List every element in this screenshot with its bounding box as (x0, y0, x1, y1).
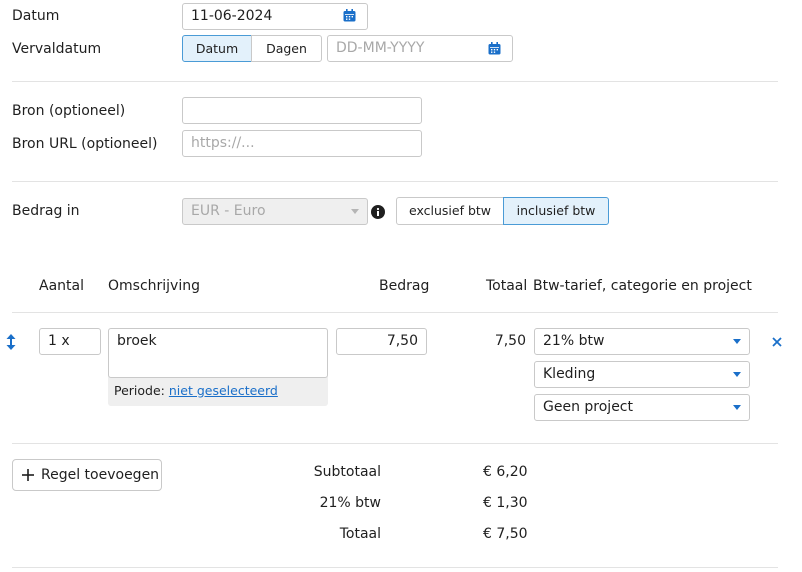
due-mode-date-button[interactable]: Datum (182, 35, 252, 62)
chevron-down-icon (733, 405, 741, 410)
project-select[interactable]: Geen project (534, 394, 750, 421)
source-label: Bron (optioneel) (12, 103, 126, 119)
vat-rate-select[interactable]: 21% btw (534, 328, 750, 355)
remove-row-icon[interactable] (772, 337, 782, 347)
total-label: Totaal (339, 526, 381, 542)
subtotal-label: Subtotaal (313, 464, 381, 480)
chevron-down-icon (351, 209, 359, 214)
chevron-down-icon (733, 372, 741, 377)
currency-select: EUR - Euro (182, 198, 368, 225)
subtotal-value: € 6,20 (483, 464, 528, 480)
divider (12, 312, 778, 313)
divider (12, 181, 778, 182)
due-date-label: Vervaldatum (12, 41, 102, 57)
amount-input[interactable]: 7,50 (336, 328, 427, 355)
source-input[interactable] (182, 97, 422, 124)
description-textarea[interactable]: broek (108, 328, 328, 378)
date-input[interactable]: 11-06-2024 (182, 3, 368, 30)
description-value: broek (117, 333, 157, 349)
divider (12, 81, 778, 82)
period-row: Periode: niet geselecteerd (114, 383, 278, 398)
add-line-button[interactable]: Regel toevoegen (12, 459, 162, 491)
column-header-total: Totaal (486, 278, 528, 294)
divider (12, 443, 778, 444)
due-date-input[interactable]: DD-MM-YYYY (327, 35, 513, 62)
column-header-vat: Btw-tarief, categorie en project (533, 278, 752, 294)
vat-inclusive-button[interactable]: inclusief btw (503, 197, 609, 225)
column-header-amount: Bedrag (379, 278, 430, 294)
amount-in-label: Bedrag in (12, 203, 80, 219)
column-header-quantity: Aantal (39, 278, 84, 294)
due-date-placeholder: DD-MM-YYYY (336, 40, 425, 56)
project-value: Geen project (543, 399, 633, 415)
row-total: 7,50 (494, 333, 526, 349)
period-label: Periode: (114, 383, 165, 398)
info-icon[interactable] (371, 205, 385, 219)
category-select[interactable]: Kleding (534, 361, 750, 388)
date-label: Datum (12, 8, 60, 24)
due-mode-days-button[interactable]: Dagen (251, 35, 322, 62)
total-value: € 7,50 (483, 526, 528, 542)
calendar-icon[interactable] (343, 9, 356, 22)
source-url-placeholder: https://... (191, 135, 255, 151)
chevron-down-icon (733, 339, 741, 344)
plus-icon (22, 469, 34, 481)
category-value: Kleding (543, 366, 596, 382)
column-header-description: Omschrijving (108, 278, 200, 294)
drag-handle-icon[interactable] (6, 334, 16, 350)
date-value: 11-06-2024 (191, 8, 273, 24)
currency-value: EUR - Euro (191, 203, 266, 219)
source-url-input[interactable]: https://... (182, 130, 422, 157)
description-block: broek Periode: niet geselecteerd (108, 328, 328, 406)
vat-value: € 1,30 (483, 495, 528, 511)
period-link[interactable]: niet geselecteerd (169, 383, 278, 398)
source-url-label: Bron URL (optioneel) (12, 136, 158, 152)
vat-rate-value: 21% btw (543, 333, 605, 349)
add-line-label: Regel toevoegen (41, 467, 160, 483)
quantity-input[interactable]: 1 x (39, 328, 101, 355)
vat-label: 21% btw (319, 495, 381, 511)
calendar-icon[interactable] (488, 42, 501, 55)
divider (12, 567, 778, 568)
vat-exclusive-button[interactable]: exclusief btw (396, 197, 504, 225)
quantity-value: 1 x (48, 333, 70, 349)
amount-value: 7,50 (386, 333, 418, 349)
